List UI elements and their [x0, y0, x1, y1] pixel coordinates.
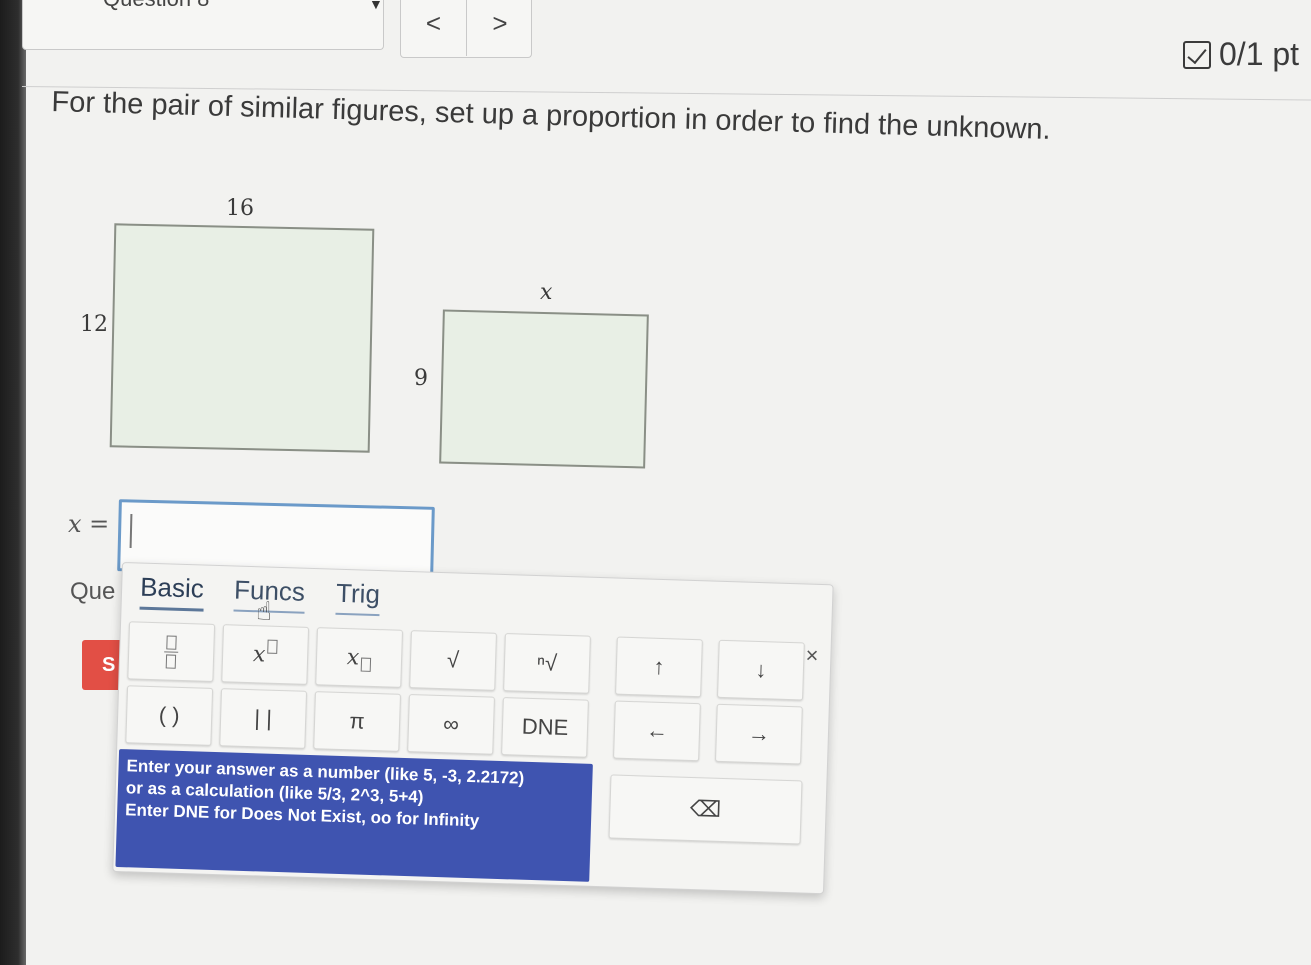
tab-trig[interactable]: Trig [335, 577, 381, 617]
next-question-button[interactable]: > [467, 0, 533, 56]
nth-root-key[interactable]: ⁿ√ [503, 633, 591, 694]
previous-question-button[interactable]: < [401, 0, 467, 56]
parentheses-key[interactable]: ( ) [125, 685, 214, 746]
sqrt-key[interactable]: √ [409, 630, 497, 691]
large-rectangle [109, 223, 375, 453]
subscript-key[interactable]: x [315, 627, 404, 688]
pi-key[interactable]: π [313, 691, 401, 752]
question-help-label[interactable]: Que [70, 578, 115, 606]
large-figure-side-label: 12 [80, 312, 108, 337]
power-key[interactable]: x [221, 624, 310, 685]
score-display: 0/1 pt [1183, 36, 1299, 73]
right-arrow-key[interactable]: → [715, 703, 803, 765]
down-arrow-key[interactable]: ↓ [717, 639, 805, 701]
backspace-icon: ⌫ [689, 795, 722, 822]
backspace-key[interactable]: ⌫ [608, 774, 803, 845]
absolute-value-key[interactable]: | | [219, 688, 308, 749]
question-label: Question 8 [103, 0, 209, 12]
question-nav: < > [400, 0, 532, 58]
small-rectangle [439, 309, 649, 469]
checkbox-edit-icon [1183, 40, 1211, 69]
large-figure-top-label: 16 [226, 196, 254, 221]
input-hint: Enter your answer as a number (like 5, -… [115, 749, 593, 882]
math-keypad: Basic Funcs Trig × x x √ ⁿ√ ↑ ↓ ( ) | | … [112, 562, 834, 895]
hand-pointer-icon: ☝ [256, 596, 272, 626]
close-icon[interactable]: × [805, 643, 819, 669]
fraction-key[interactable] [127, 621, 216, 682]
power-key-label: x [252, 641, 266, 668]
small-figure-top-label: x [540, 280, 553, 305]
up-arrow-key[interactable]: ↑ [615, 636, 703, 698]
tab-basic[interactable]: Basic [139, 571, 205, 612]
infinity-key[interactable]: ∞ [407, 694, 495, 755]
dropdown-caret-icon: ▼ [369, 0, 383, 12]
dne-key[interactable]: DNE [501, 697, 589, 758]
question-selector[interactable]: Question 8 ▼ [22, 0, 384, 50]
answer-label: x = [68, 510, 110, 538]
subscript-key-label: x [346, 644, 360, 670]
score-text: 0/1 pt [1219, 36, 1300, 72]
small-figure-side-label: 9 [414, 366, 428, 391]
screen-bezel [0, 0, 26, 965]
left-arrow-key[interactable]: ← [613, 700, 701, 762]
fraction-icon [164, 634, 179, 669]
subscript-box-icon [360, 657, 372, 672]
superscript-box-icon [267, 639, 278, 654]
